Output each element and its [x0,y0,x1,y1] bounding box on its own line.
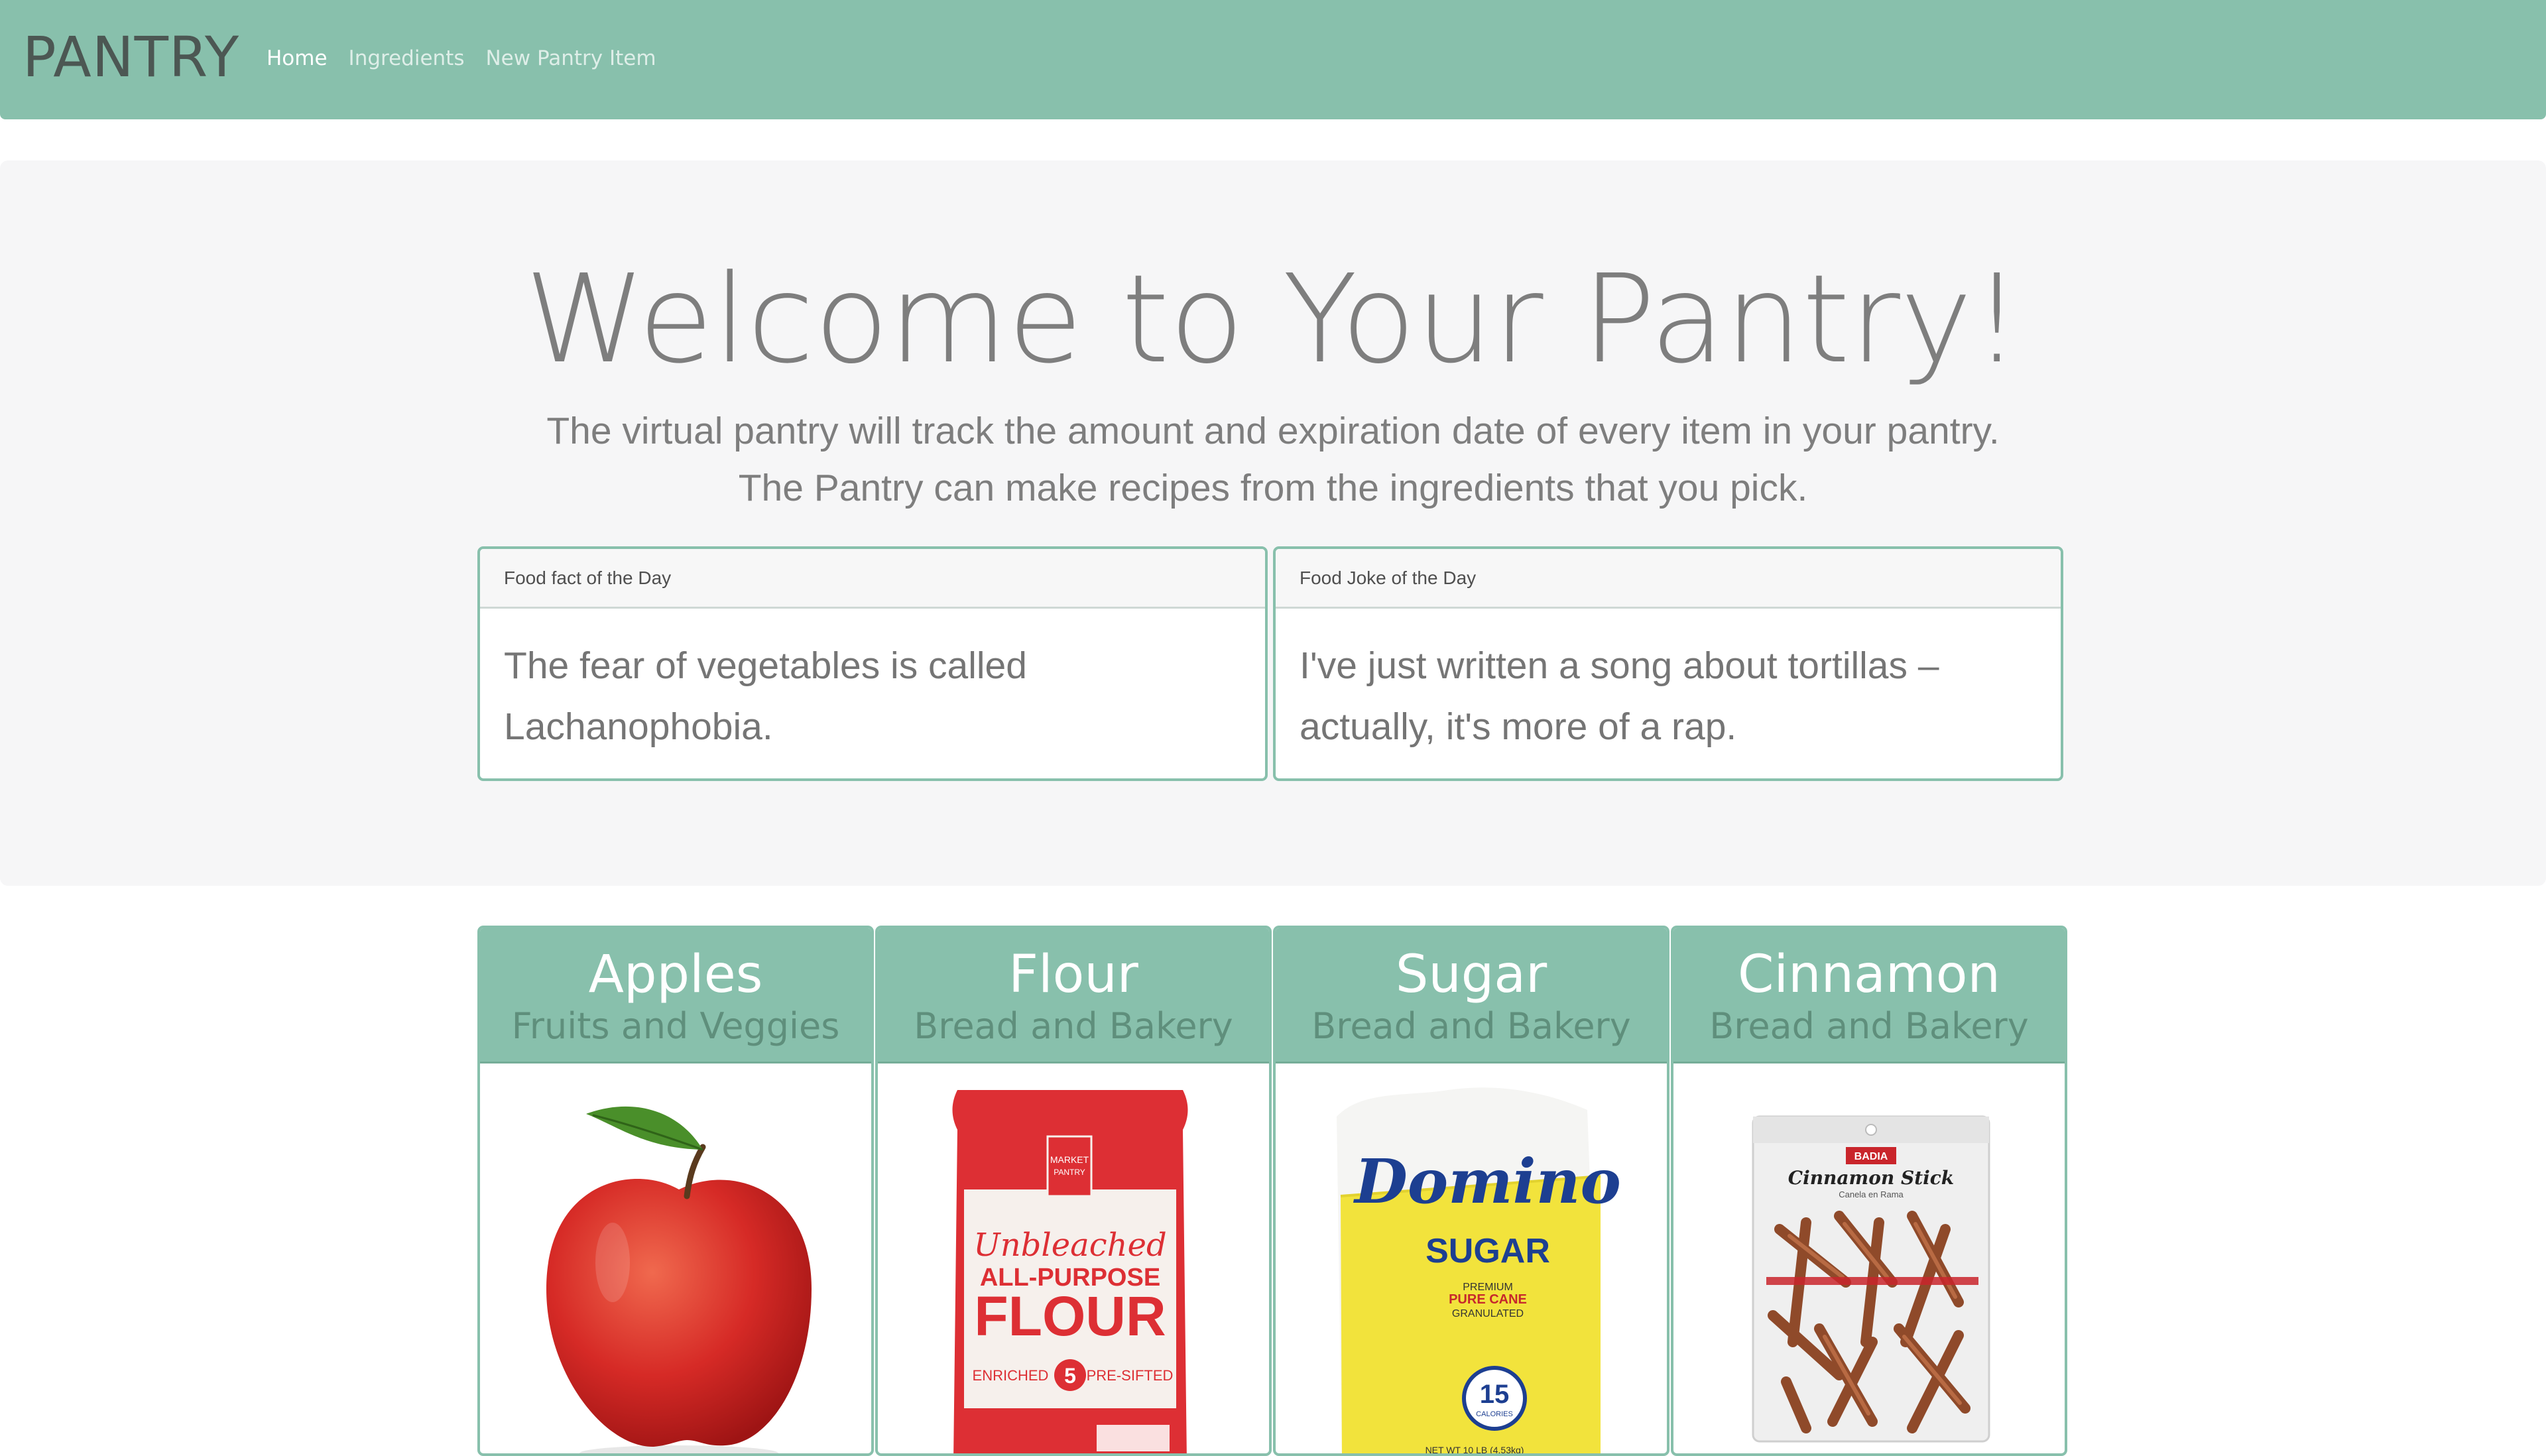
sugar-calories-number: 15 [1480,1380,1510,1409]
pantry-item-name[interactable]: Sugar [1276,928,1667,1006]
cinnamon-sub-text: Canela en Rama [1839,1189,1904,1199]
food-fact-header: Food fact of the Day [480,549,1265,609]
sugar-sub-2: PURE CANE [1449,1292,1527,1307]
flour-bag-image: MARKET PANTRY Unbleached ALL-PURPOSE FLO… [952,1090,1188,1453]
nav-links: Home Ingredients New Pantry Item [267,44,678,73]
pantry-item-category: Bread and Bakery [1709,1005,2029,1047]
food-fact-text-line-2: Lachanophobia. [504,705,773,748]
lead-text-line-1: The virtual pantry will track the amount… [546,410,2000,452]
food-joke-card: Food Joke of the Day I've just written a… [1273,546,2063,781]
pantry-item-card-flour[interactable]: Flour Bread and Bakery MARKET PANTRY Unb… [875,926,1272,1456]
pantry-item-name[interactable]: Cinnamon [1673,928,2065,1006]
navbar: PANTRY Home Ingredients New Pantry Item [0,0,2546,119]
cinnamon-brand-text: BADIA [1854,1151,1888,1162]
food-fact-body: The fear of vegetables is called Lachano… [480,609,1265,757]
food-joke-header: Food Joke of the Day [1276,549,2061,609]
food-joke-text-line-2: actually, it's more of a rap. [1300,705,1737,748]
food-fact-text-line-1: The fear of vegetables is called [504,644,1027,687]
pantry-item-card-apples[interactable]: Apples Fruits and Veggies [477,926,874,1456]
sugar-brand-text: Domino [1353,1146,1621,1217]
flour-brand-line-2: PANTRY [1054,1168,1085,1177]
sugar-sub-3: GRANULATED [1452,1308,1524,1319]
apple-image [546,1106,812,1453]
food-joke-body: I've just written a song about tortillas… [1276,609,2061,757]
pantry-item-header: Cinnamon Bread and Bakery [1673,928,2065,1063]
flour-product-text: FLOUR [974,1285,1166,1347]
pantry-item-card-sugar[interactable]: Sugar Bread and Bakery Domino SUGAR PREM… [1273,926,1669,1456]
lead-text-line-2: The Pantry can make recipes from the ing… [738,467,1808,509]
pantry-item-name[interactable]: Apples [480,928,871,1006]
pantry-item-category: Bread and Bakery [914,1005,1233,1047]
pantry-item-header: Apples Fruits and Veggies [480,928,871,1063]
sugar-sub-1: PREMIUM [1463,1282,1513,1293]
page-title: Welcome to Your Pantry! [524,249,2022,391]
flour-script-text: Unbleached [973,1227,1166,1264]
flour-badge-number: 5 [1064,1364,1076,1388]
sugar-product-text: SUGAR [1425,1232,1550,1270]
food-joke-text-line-1: I've just written a song about tortillas… [1300,644,1939,687]
pantry-item-category: Bread and Bakery [1311,1005,1631,1047]
nav-link-home[interactable]: Home [267,44,328,73]
cinnamon-bag-image: BADIA Cinnamon Stick Canela en Rama [1752,1115,1990,1443]
pantry-item-header: Flour Bread and Bakery [878,928,1269,1063]
flour-brand-line-1: MARKET [1050,1154,1089,1165]
flour-badge-left: ENRICHED [973,1367,1049,1384]
sugar-net-weight: NET WT 10 LB (4.53kg) [1425,1445,1524,1455]
nav-link-new-pantry-item[interactable]: New Pantry Item [485,44,656,73]
cinnamon-product-text: Cinnamon Stick [1788,1167,1954,1189]
flour-badge-right: PRE-SIFTED [1087,1367,1174,1384]
jumbotron: Welcome to Your Pantry! The virtual pant… [0,160,2546,886]
pantry-item-header: Sugar Bread and Bakery [1276,928,1667,1063]
pantry-item-name[interactable]: Flour [878,928,1269,1006]
nav-link-ingredients[interactable]: Ingredients [349,44,465,73]
pantry-item-card-cinnamon[interactable]: Cinnamon Bread and Bakery BADIA Cinnamon… [1671,926,2067,1456]
sugar-calories-label: CALORIES [1476,1410,1513,1418]
food-fact-card: Food fact of the Day The fear of vegetab… [477,546,1268,781]
brand-logo[interactable]: PANTRY [23,24,239,90]
sugar-bag-image: Domino SUGAR PREMIUM PURE CANE GRANULATE… [1337,1087,1621,1455]
pantry-item-category: Fruits and Veggies [511,1005,840,1047]
